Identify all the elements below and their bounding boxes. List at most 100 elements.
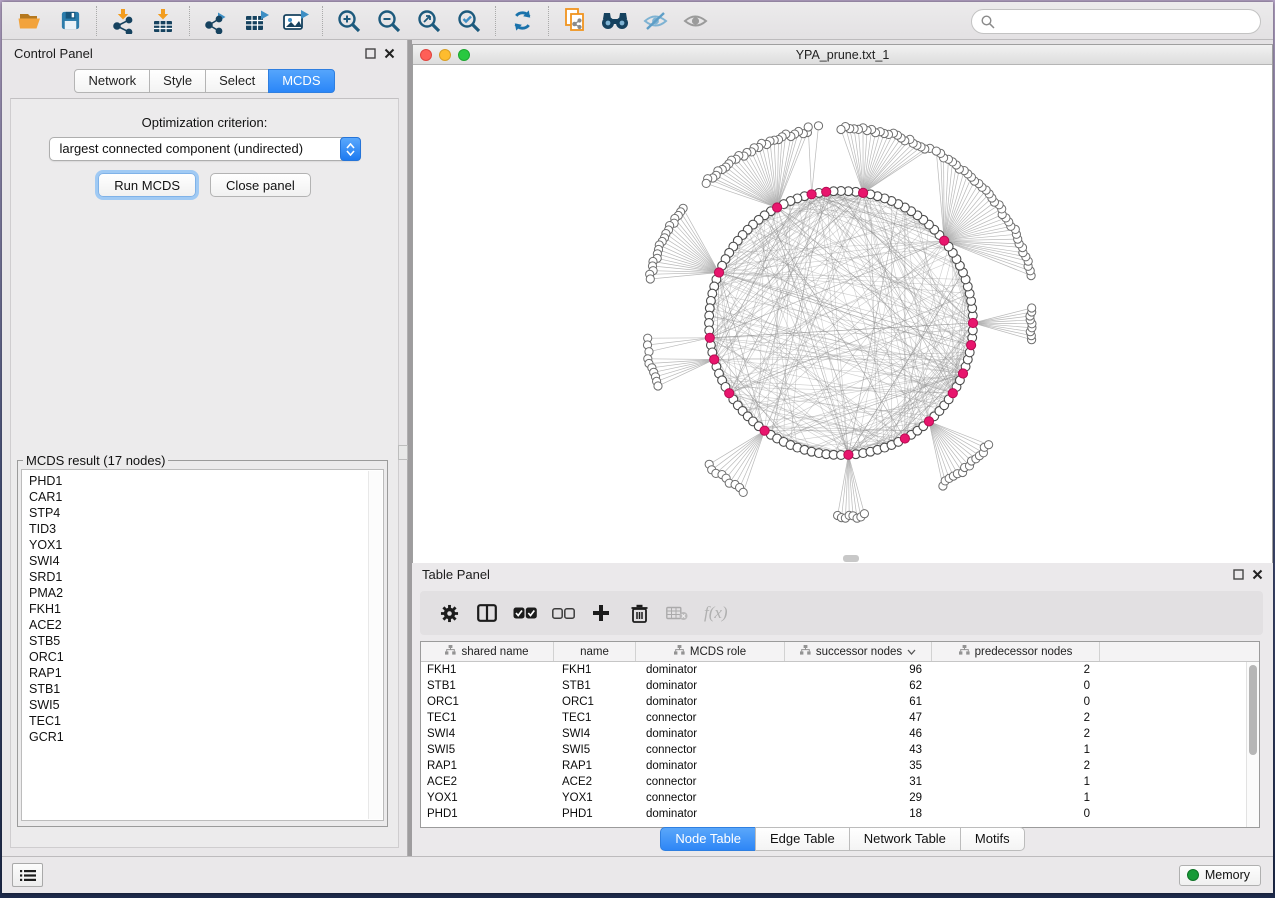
application-window: Control Panel NetworkStyleSelectMCDS Opt…	[2, 2, 1273, 893]
table-row[interactable]: FKH1FKH1dominator962	[421, 662, 1259, 678]
criterion-select[interactable]: largest connected component (undirected)	[49, 137, 361, 161]
zoom-out-icon[interactable]	[374, 6, 404, 36]
float-panel-icon[interactable]	[1233, 569, 1244, 580]
delete-table-icon[interactable]	[662, 598, 692, 628]
deselect-all-rows-icon[interactable]	[548, 598, 578, 628]
close-panel-icon[interactable]	[1252, 569, 1263, 580]
table-row[interactable]: YOX1YOX1connector291	[421, 790, 1259, 806]
memory-button[interactable]: Memory	[1179, 865, 1261, 886]
result-node[interactable]: ACE2	[29, 617, 383, 633]
search-icon	[981, 15, 995, 29]
delete-column-icon[interactable]	[624, 598, 654, 628]
divider-grip[interactable]	[398, 445, 408, 460]
result-node[interactable]: TEC1	[29, 713, 383, 729]
result-node[interactable]: CAR1	[29, 489, 383, 505]
table-row[interactable]: ACE2ACE2connector311	[421, 774, 1259, 790]
column-header-name[interactable]: name	[554, 642, 636, 661]
tab-style[interactable]: Style	[149, 69, 206, 93]
result-node[interactable]: PMA2	[29, 585, 383, 601]
column-header-predecessor-nodes[interactable]: predecessor nodes	[932, 642, 1100, 661]
show-all-icon[interactable]	[680, 6, 710, 36]
table-cell: YOX1	[421, 790, 554, 806]
table-row[interactable]: SWI4SWI4dominator462	[421, 726, 1259, 742]
settings-gear-icon[interactable]	[434, 598, 464, 628]
result-node[interactable]: RAP1	[29, 665, 383, 681]
column-header-successor-nodes[interactable]: successor nodes	[785, 642, 932, 661]
table-row[interactable]: STB1STB1dominator620	[421, 678, 1259, 694]
tab-network-table[interactable]: Network Table	[849, 827, 961, 851]
table-row[interactable]: SWI5SWI5connector431	[421, 742, 1259, 758]
refresh-icon[interactable]	[507, 6, 537, 36]
result-node[interactable]: SRD1	[29, 569, 383, 585]
table-row[interactable]: TEC1TEC1connector472	[421, 710, 1259, 726]
result-node[interactable]: TID3	[29, 521, 383, 537]
close-panel-icon[interactable]	[384, 48, 395, 59]
import-network-icon[interactable]	[108, 6, 138, 36]
node-table[interactable]: shared namenameMCDS rolesuccessor nodesp…	[420, 641, 1260, 828]
result-node[interactable]: PHD1	[29, 473, 383, 489]
split-panel-icon[interactable]	[472, 598, 502, 628]
table-header-row[interactable]: shared namenameMCDS rolesuccessor nodesp…	[421, 642, 1259, 662]
import-table-icon[interactable]	[148, 6, 178, 36]
table-row[interactable]: RAP1RAP1dominator352	[421, 758, 1259, 774]
result-node[interactable]: STP4	[29, 505, 383, 521]
first-neighbors-icon[interactable]	[600, 6, 630, 36]
column-header-MCDS-role[interactable]: MCDS role	[636, 642, 785, 661]
zoom-in-icon[interactable]	[334, 6, 364, 36]
search-box[interactable]	[971, 9, 1261, 34]
zoom-fit-icon[interactable]	[414, 6, 444, 36]
zoom-selected-icon[interactable]	[454, 6, 484, 36]
function-builder-icon[interactable]: f(x)	[704, 603, 728, 623]
network-hscroll-thumb[interactable]	[843, 555, 859, 562]
network-graph[interactable]	[413, 65, 1272, 562]
table-scrollbar[interactable]	[1246, 662, 1259, 827]
tab-select[interactable]: Select	[205, 69, 269, 93]
network-canvas[interactable]	[413, 65, 1272, 563]
save-icon[interactable]	[55, 6, 85, 36]
export-table-icon[interactable]	[241, 6, 271, 36]
tab-motifs[interactable]: Motifs	[960, 827, 1025, 851]
result-node[interactable]: FKH1	[29, 601, 383, 617]
network-window: YPA_prune.txt_1	[412, 40, 1273, 563]
run-mcds-button[interactable]: Run MCDS	[98, 173, 196, 197]
table-body[interactable]: FKH1FKH1dominator962STB1STB1dominator620…	[421, 662, 1259, 822]
column-header-empty[interactable]	[1100, 642, 1259, 661]
memory-status-icon	[1187, 869, 1199, 881]
tab-mcds[interactable]: MCDS	[268, 69, 334, 93]
result-node[interactable]: ORC1	[29, 649, 383, 665]
result-node[interactable]: STB1	[29, 681, 383, 697]
table-cell: ORC1	[554, 694, 636, 710]
copy-network-icon[interactable]	[560, 6, 590, 36]
table-row[interactable]: PHD1PHD1dominator180	[421, 806, 1259, 822]
table-row[interactable]: ORC1ORC1dominator610	[421, 694, 1259, 710]
table-cell: SWI4	[554, 726, 636, 742]
result-node[interactable]: STB5	[29, 633, 383, 649]
tab-network[interactable]: Network	[74, 69, 150, 93]
tab-edge-table[interactable]: Edge Table	[755, 827, 850, 851]
network-titlebar[interactable]: YPA_prune.txt_1	[413, 45, 1272, 65]
result-scrollbar[interactable]	[368, 471, 382, 819]
result-node[interactable]: GCR1	[29, 729, 383, 745]
add-column-icon[interactable]	[586, 598, 616, 628]
hide-selected-icon[interactable]	[640, 6, 670, 36]
export-network-icon[interactable]	[201, 6, 231, 36]
table-cell: connector	[636, 710, 785, 726]
result-node[interactable]: SWI4	[29, 553, 383, 569]
float-panel-icon[interactable]	[365, 48, 376, 59]
table-cell: PHD1	[554, 806, 636, 822]
open-file-icon[interactable]	[15, 6, 45, 36]
toolbar-separator	[322, 6, 323, 36]
column-header-shared-name[interactable]: shared name	[421, 642, 554, 661]
control-panel: Control Panel NetworkStyleSelectMCDS Opt…	[2, 40, 408, 856]
result-node[interactable]: SWI5	[29, 697, 383, 713]
search-input[interactable]	[1000, 15, 1260, 29]
mcds-result-list[interactable]: PHD1CAR1STP4TID3YOX1SWI4SRD1PMA2FKH1ACE2…	[21, 469, 384, 821]
export-image-icon[interactable]	[281, 6, 311, 36]
tab-node-table[interactable]: Node Table	[660, 827, 756, 851]
table-scrollbar-thumb[interactable]	[1249, 665, 1257, 755]
task-history-button[interactable]	[12, 863, 43, 887]
select-all-rows-icon[interactable]	[510, 598, 540, 628]
table-cell: 0	[932, 678, 1100, 694]
result-node[interactable]: YOX1	[29, 537, 383, 553]
close-panel-button[interactable]: Close panel	[210, 173, 311, 197]
